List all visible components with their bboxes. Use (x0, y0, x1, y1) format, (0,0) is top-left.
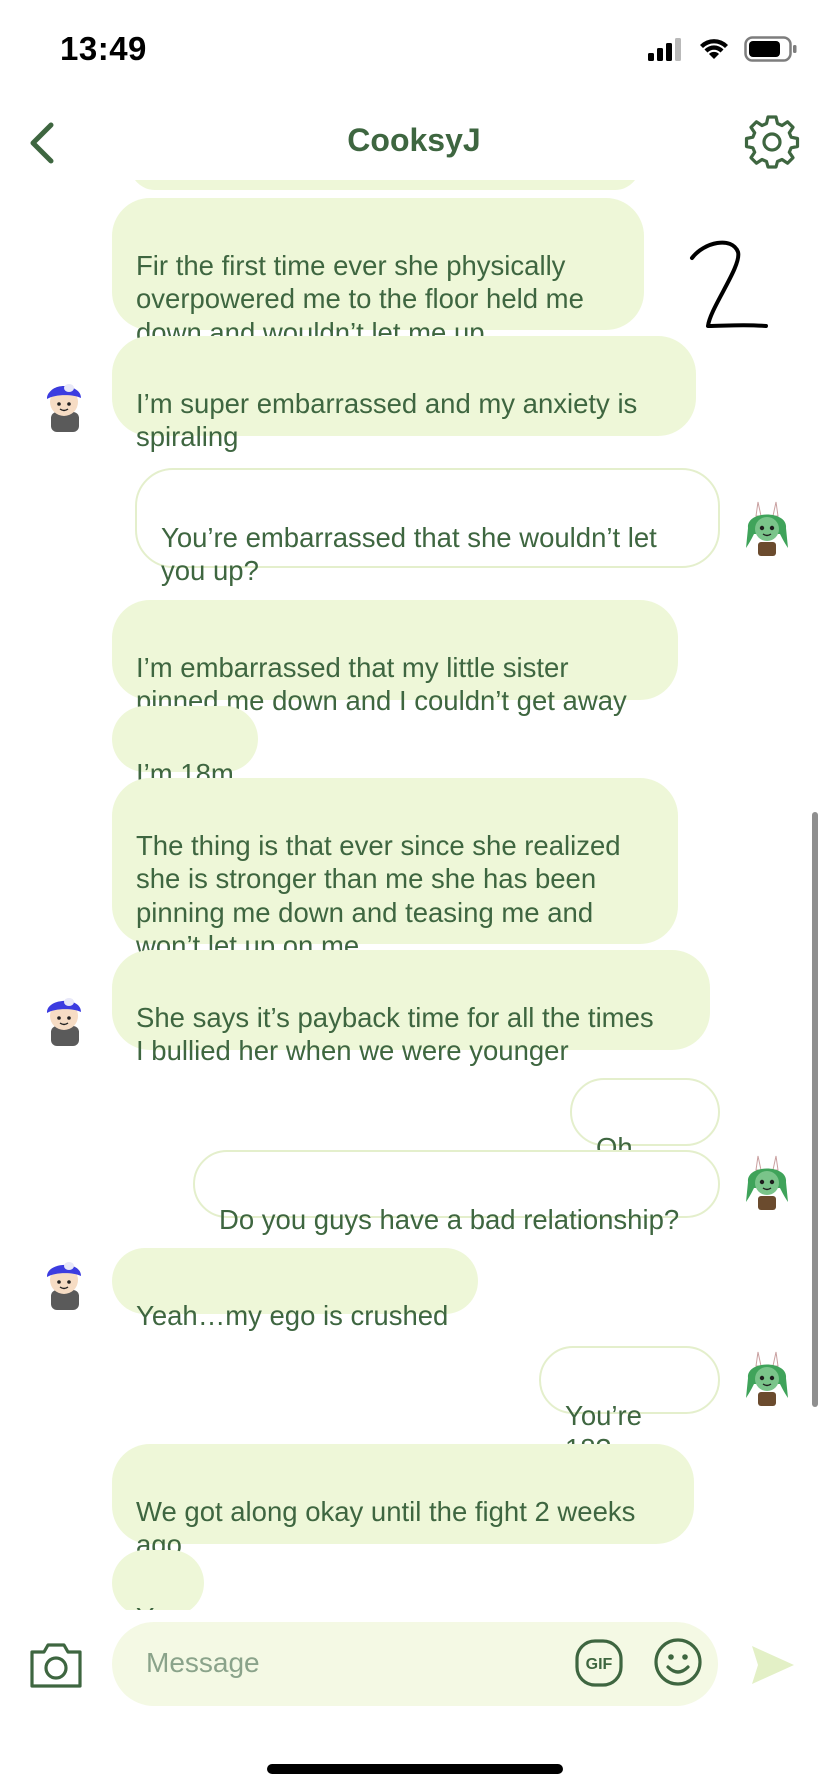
self-avatar-icon (746, 501, 788, 556)
battery-icon (744, 36, 797, 62)
status-bar: 13:49 (0, 0, 828, 100)
self-avatar-icon (746, 1351, 788, 1406)
message-bubble-outgoing: Oh wow (570, 1078, 720, 1196)
send-icon (752, 1646, 794, 1684)
chat-header: CooksyJ (0, 100, 828, 190)
message-bubble-outgoing: Do you guys have a bad relationship? (193, 1150, 720, 1235)
message-input-placeholder: Message (146, 1647, 260, 1678)
message-bubble-incoming: She says it’s payback time for all the t… (112, 950, 710, 1066)
camera-button[interactable] (28, 1640, 84, 1690)
message-input[interactable]: Message GIF (112, 1622, 718, 1706)
home-indicator (267, 1764, 563, 1774)
avatar-self[interactable] (736, 498, 798, 560)
contact-avatar-icon (46, 998, 81, 1046)
gif-icon: GIF (575, 1639, 623, 1687)
message-list[interactable]: Fir the first time ever she physically o… (0, 180, 828, 1610)
avatar-contact[interactable] (33, 1250, 95, 1312)
message-bubble-outgoing: You’re 18? (539, 1346, 720, 1464)
contact-avatar-icon (46, 1262, 81, 1310)
message-bubble-incoming: We got along okay until the fight 2 week… (112, 1444, 694, 1560)
avatar-contact[interactable] (33, 986, 95, 1048)
gif-button[interactable]: GIF (574, 1638, 624, 1688)
wifi-icon (700, 39, 728, 59)
message-bubble-incoming: I’m super embarrassed and my anxiety is … (112, 336, 696, 452)
message-bubble-incoming: Fir the first time ever she physically o… (112, 198, 644, 348)
message-bubble-incoming: Yes (112, 1550, 204, 1610)
message-bubble-incoming: I’m embarrassed that my little sister pi… (112, 600, 678, 716)
message-bubble-incoming: The thing is that ever since she realize… (112, 778, 678, 961)
settings-button[interactable] (744, 114, 800, 170)
avatar-self[interactable] (736, 1348, 798, 1410)
message-bubble-outgoing: You’re embarrassed that she wouldn’t let… (135, 468, 720, 586)
handwritten-annotation (680, 230, 780, 340)
svg-text:GIF: GIF (586, 1656, 613, 1673)
camera-icon (30, 1643, 82, 1688)
status-icons (648, 36, 798, 62)
avatar-self[interactable] (736, 1152, 798, 1214)
handwritten-number-mark (690, 240, 768, 328)
send-button[interactable] (746, 1640, 798, 1690)
message-bubble-clipped (130, 180, 640, 190)
self-avatar-icon (746, 1155, 788, 1210)
gear-icon (744, 115, 800, 169)
cellular-signal-icon (648, 38, 681, 61)
avatar-contact[interactable] (33, 372, 95, 434)
smiley-icon (654, 1638, 702, 1686)
status-time: 13:49 (60, 30, 147, 67)
message-bubble-incoming: Yeah…my ego is crushed (112, 1248, 478, 1331)
page-title: CooksyJ (347, 122, 481, 158)
message-bubble-incoming: I’m 18m (112, 706, 258, 789)
emoji-button[interactable] (652, 1636, 704, 1688)
message-composer: Message GIF (0, 1610, 828, 1720)
scrollbar[interactable] (812, 812, 818, 1407)
contact-avatar-icon (46, 384, 81, 432)
